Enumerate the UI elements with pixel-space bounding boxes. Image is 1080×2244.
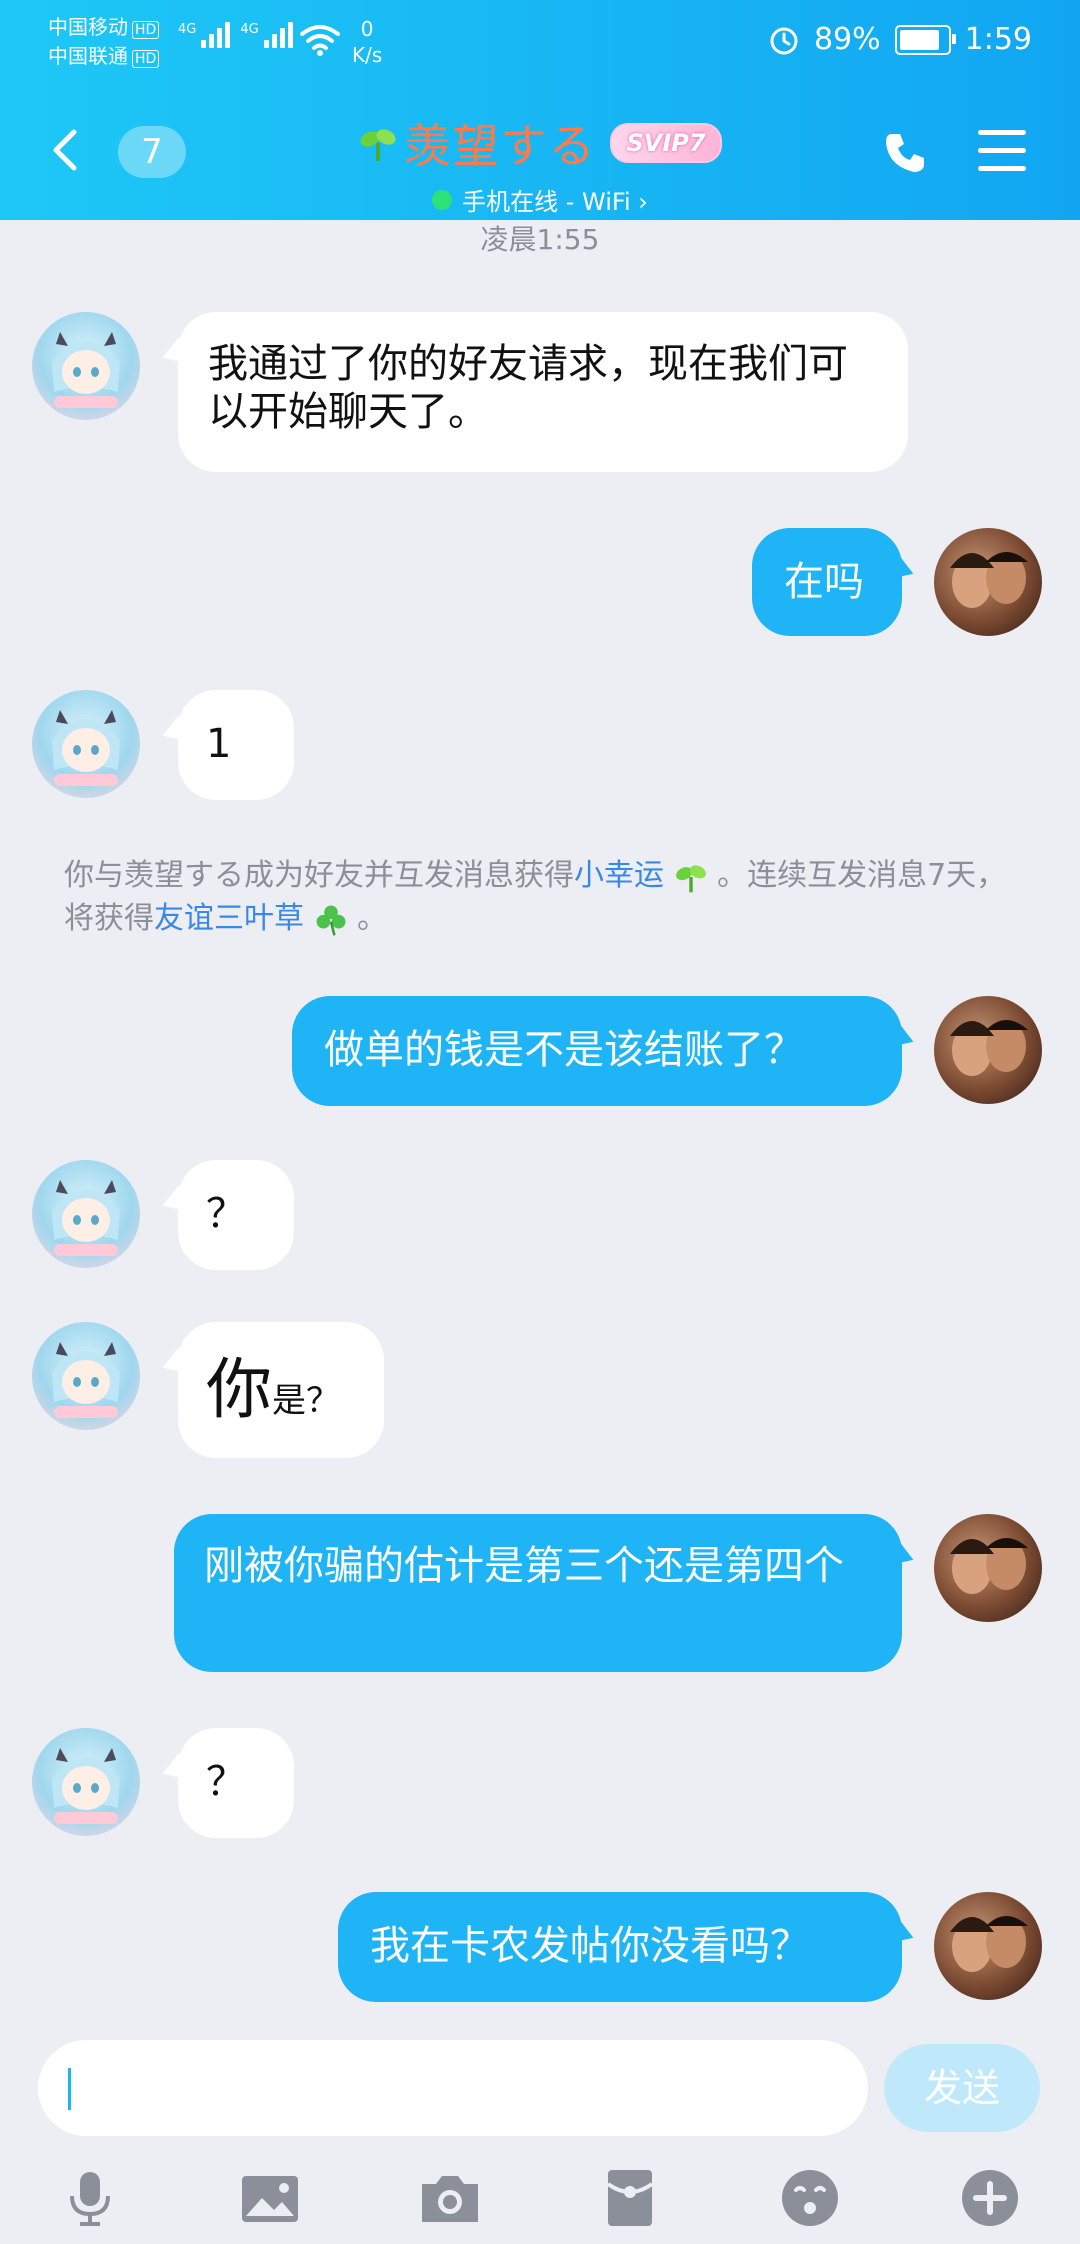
couple-avatar-image [950,1538,1028,1594]
anime-avatar-image [52,710,120,786]
message-bubble[interactable]: 你是？ [178,1322,384,1458]
image-icon[interactable] [238,2166,302,2230]
menu-icon[interactable] [978,130,1026,174]
message-bubble[interactable]: 我通过了你的好友请求，现在我们可以开始聊天了。 [178,312,908,472]
signal-icon: 4G 4G [178,22,293,48]
camera-icon[interactable] [418,2166,482,2230]
anime-avatar-image [52,332,120,408]
message-text: 做单的钱是不是该结账了？ [324,1027,804,1073]
message-bubble[interactable]: ？ [178,1728,294,1838]
my-avatar[interactable] [934,1514,1042,1622]
anime-avatar-image [52,1748,120,1824]
status-right: 89% 1:59 [768,22,1032,57]
contact-avatar[interactable] [32,1728,140,1836]
sprout-icon [360,129,396,161]
microphone-icon[interactable] [58,2166,122,2230]
plus-icon[interactable] [958,2166,1022,2230]
phone-call-icon[interactable] [880,128,930,178]
message-text: 我通过了你的好友请求，现在我们可以开始聊天了。 [208,341,848,435]
chat-header: 中国移动 HD 中国联通 HD 4G 4G 0 K/s 89% 1:59 7 羡… [0,0,1080,220]
sprout-icon [675,864,706,892]
notice-text: 你与羡望する成为好友并互发消息获得 [64,858,574,893]
contact-avatar[interactable] [32,690,140,798]
message-text: ？ [206,1191,246,1237]
speed-value: 0 [360,17,374,41]
svip-badge: SVIP7 [610,123,722,163]
wifi-icon [300,25,340,56]
friendship-notice: 你与羡望する成为好友并互发消息获得小幸运 。连续互发消息7天，将获得友谊三叶草 … [64,854,1014,940]
couple-avatar-image [950,1020,1028,1076]
contact-avatar[interactable] [32,312,140,420]
clover-link[interactable]: 友谊三叶草 [154,901,304,936]
carrier-1: 中国移动 [48,15,128,39]
message-input[interactable] [38,2040,868,2136]
my-avatar[interactable] [934,528,1042,636]
send-button[interactable]: 发送 [884,2044,1040,2132]
input-toolbar [0,2152,1080,2244]
couple-avatar-image [950,552,1028,608]
couple-avatar-image [950,1916,1028,1972]
message-bubble[interactable]: 1 [178,690,294,800]
message-text: 刚被你骗的估计是第三个还是第四个 [204,1543,844,1589]
online-status-text: 手机在线 - WiFi › [462,188,648,216]
network-speed: 0 K/s [352,16,382,68]
hd-badge: HD [132,50,160,68]
contact-name: 羡望する [404,119,597,173]
red-packet-icon[interactable] [598,2166,662,2230]
carrier-info: 中国移动 HD 中国联通 HD [48,14,160,72]
message-bubble[interactable]: 在吗 [752,528,902,636]
message-text-small: 是？ [272,1381,340,1421]
battery-icon [894,24,956,55]
hd-badge: HD [132,21,160,39]
emoji-icon[interactable] [778,2166,842,2230]
message-bubble[interactable]: 我在卡农发帖你没看吗？ [338,1892,902,2002]
anime-avatar-image [52,1342,120,1418]
message-bubble[interactable]: 刚被你骗的估计是第三个还是第四个 [174,1514,902,1672]
contact-avatar[interactable] [32,1160,140,1268]
battery-percent: 89% [813,22,881,57]
message-text-large: 你 [206,1351,272,1428]
network-type: 4G [178,22,197,37]
carrier-2: 中国联通 [48,44,128,68]
clock: 1:59 [964,22,1032,57]
message-text: 1 [206,721,232,767]
clover-icon [316,905,345,936]
network-type: 4G [240,22,259,37]
notice-text: 。 [357,901,388,936]
message-text: 我在卡农发帖你没看吗？ [370,1923,810,1969]
message-bubble[interactable]: 做单的钱是不是该结账了？ [292,996,902,1106]
my-avatar[interactable] [934,1892,1042,2000]
lucky-link[interactable]: 小幸运 [574,858,664,893]
contact-avatar[interactable] [32,1322,140,1430]
speed-unit: K/s [352,43,383,67]
alarm-icon [770,27,798,54]
anime-avatar-image [52,1180,120,1256]
message-bubble[interactable]: ？ [178,1160,294,1270]
title-bar: 7 羡望する SVIP7 手机在线 - WiFi › [0,100,1080,220]
text-caret [68,2068,71,2110]
status-bar: 中国移动 HD 中国联通 HD 4G 4G 0 K/s 89% 1:59 [0,0,1080,90]
message-text: 在吗 [784,559,864,605]
online-dot-icon [432,189,453,210]
online-status: 手机在线 - WiFi › [432,182,648,217]
my-avatar[interactable] [934,996,1042,1104]
message-timestamp: 凌晨1:55 [480,223,600,256]
message-text: ？ [206,1759,246,1805]
